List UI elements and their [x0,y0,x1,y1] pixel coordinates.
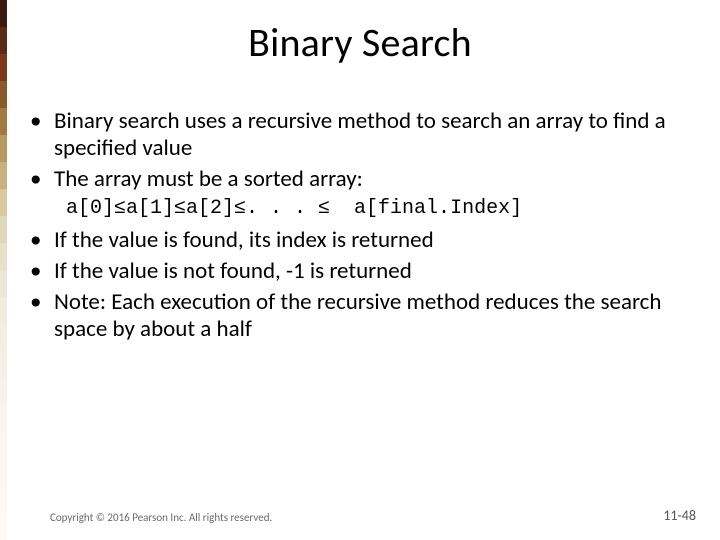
stripe-segment [0,459,7,486]
slide-body: Binary search uses a recursive method to… [24,108,696,347]
stripe-segment [0,297,7,324]
stripe-segment [0,216,7,243]
stripe-segment [0,162,7,189]
bullet-list-top: Binary search uses a recursive method to… [24,108,696,193]
stripe-segment [0,351,7,378]
stripe-segment [0,108,7,135]
bullet-item: Binary search uses a recursive method to… [24,108,696,162]
stripe-segment [0,324,7,351]
stripe-segment [0,189,7,216]
stripe-segment [0,270,7,297]
stripe-segment [0,378,7,405]
stripe-segment [0,486,7,513]
stripe-segment [0,513,7,540]
stripe-segment [0,135,7,162]
slide: Binary Search Binary search uses a recur… [0,0,720,540]
bullet-item: If the value is found, its index is retu… [24,227,696,254]
bullet-item: If the value is not found, -1 is returne… [24,258,696,285]
page-number: 11-48 [663,507,696,524]
copyright-footer: Copyright © 2016 Pearson Inc. All rights… [50,511,272,524]
bullet-item: The array must be a sorted array: [24,166,696,193]
bullet-list-bottom: If the value is found, its index is retu… [24,227,696,344]
left-decorative-stripe [0,0,7,540]
stripe-segment [0,81,7,108]
code-line: a[0]≤a[1]≤a[2]≤. . . ≤ a[final.Index] [24,197,696,221]
bullet-item: Note: Each execution of the recursive me… [24,289,696,343]
stripe-segment [0,432,7,459]
stripe-segment [0,243,7,270]
slide-title: Binary Search [0,18,720,67]
stripe-segment [0,405,7,432]
